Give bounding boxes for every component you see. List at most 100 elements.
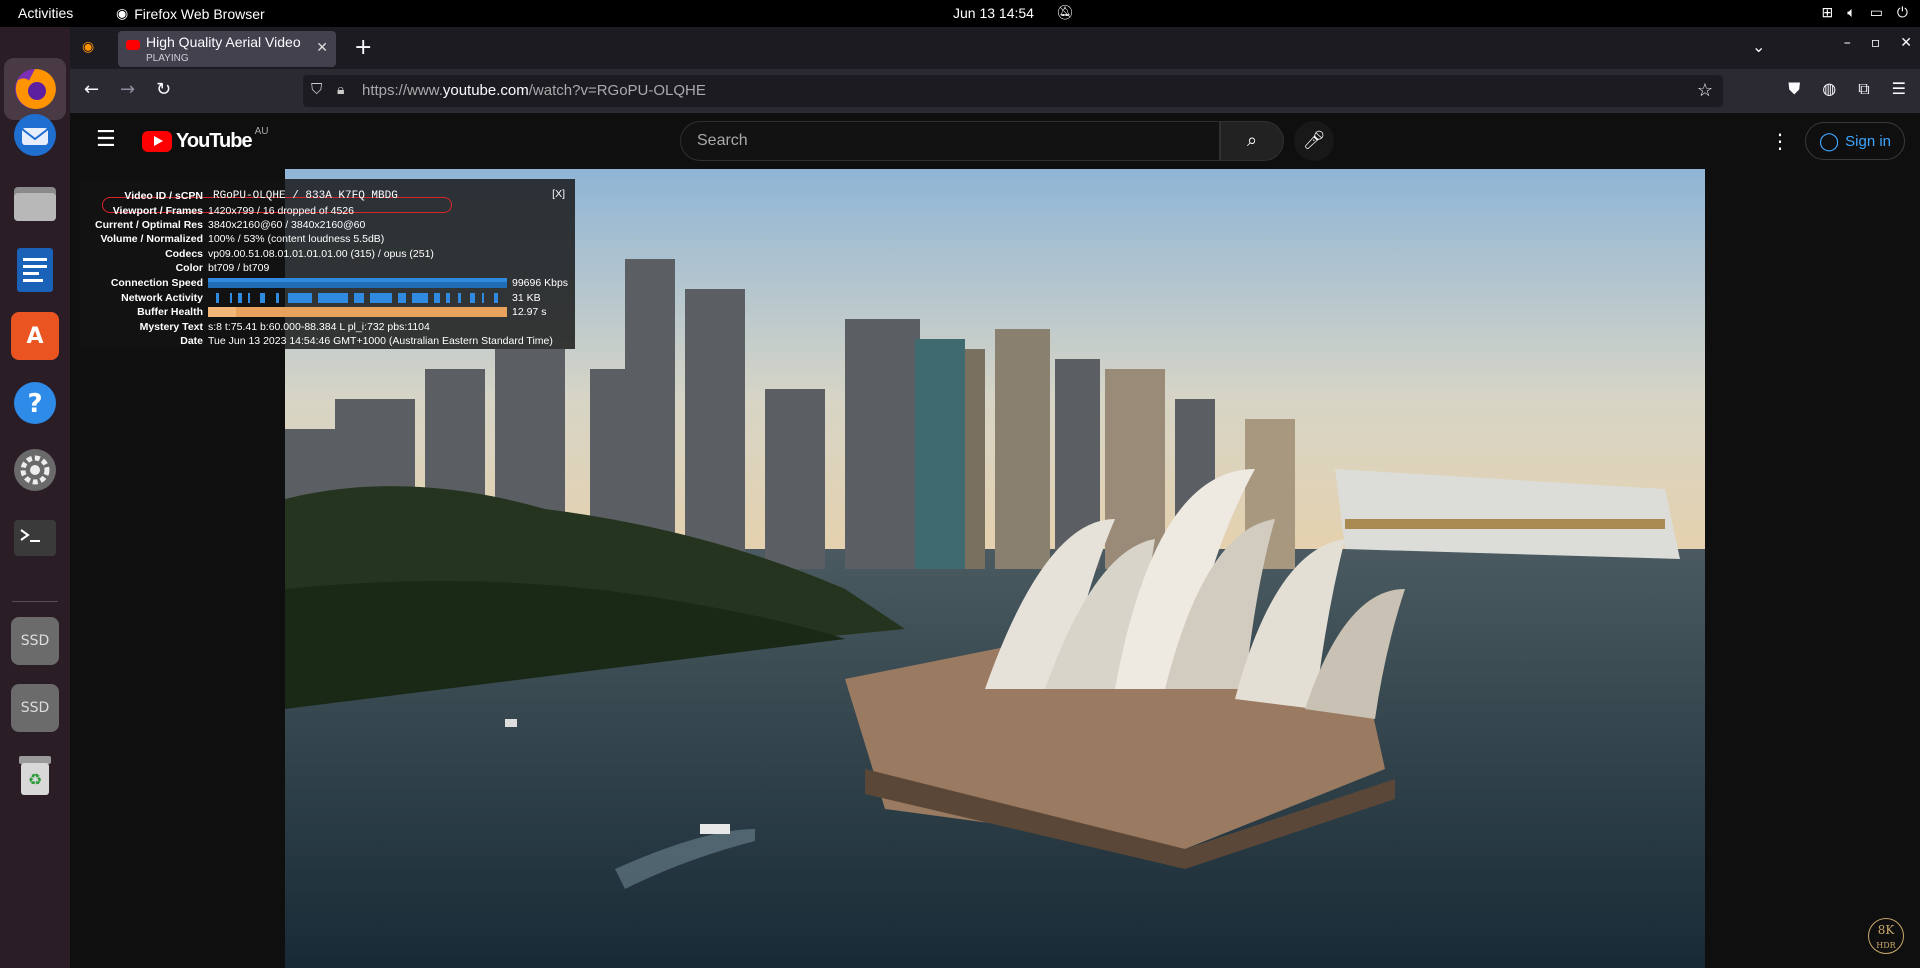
region-code: AU	[254, 126, 269, 137]
tab-youtube[interactable]: High Quality Aerial Video PLAYING ✕	[118, 31, 336, 67]
url-prefix: https://www.	[362, 82, 443, 99]
pocket-icon[interactable]: ⛊	[1788, 79, 1800, 99]
new-tab-button[interactable]: +	[354, 35, 372, 60]
stats-label: Buffer Health	[137, 306, 203, 318]
app-menu[interactable]: ◉ Firefox Web Browser	[116, 5, 265, 22]
youtube-header: ☰ YouTube AU Search ⌕ 🎤︎ ⋮ ◯ Sign in	[70, 113, 1920, 169]
stats-row: Date Tue Jun 13 2023 14:54:46 GMT+1000 (…	[80, 335, 575, 349]
tab-strip: ◉ High Quality Aerial Video PLAYING ✕ + …	[70, 27, 1920, 69]
dock-files[interactable]	[11, 179, 59, 227]
firefox-view-icon[interactable]: ◉	[82, 39, 94, 55]
svg-text:♻: ♻	[28, 770, 42, 789]
toolbar-right: ⛊ ◍ ⧉ ☰	[1788, 79, 1906, 99]
dock-help[interactable]: ?	[11, 379, 59, 427]
volume-icon: 🔈︎	[1847, 4, 1856, 20]
dock-drive-1[interactable]: SSD	[11, 617, 59, 665]
writer-icon	[17, 248, 53, 292]
stats-for-nerds-panel: [X] Video ID / sCPN RGoPU-OLQHE / 833A K…	[80, 179, 575, 349]
connection-speed-graph	[208, 278, 507, 288]
search-button[interactable]: ⌕	[1220, 121, 1284, 161]
sign-in-button[interactable]: ◯ Sign in	[1805, 122, 1905, 160]
tab-close-icon[interactable]: ✕	[316, 39, 328, 56]
dock-drive-2[interactable]: SSD	[11, 684, 59, 732]
thunderbird-icon	[14, 114, 56, 156]
reload-button[interactable]: ↻	[156, 79, 171, 100]
stats-label: Mystery Text	[139, 321, 203, 333]
stats-row: Mystery Text s:8 t:75.41 b:60.000-88.384…	[80, 321, 575, 335]
sign-in-label: Sign in	[1845, 132, 1892, 150]
stats-label: Date	[180, 335, 203, 347]
window-controls: – ▫ ✕	[1844, 35, 1912, 51]
dock-trash[interactable]: ♻	[11, 751, 59, 799]
stats-label: Connection Speed	[110, 277, 203, 289]
back-button[interactable]: ←	[84, 79, 99, 100]
tab-title: High Quality Aerial Video	[146, 34, 301, 50]
settings-icon	[14, 449, 56, 491]
dock: A ? SSD SSD ♻	[0, 27, 70, 968]
logo-text: YouTube	[176, 130, 253, 152]
dock-terminal[interactable]	[11, 514, 59, 562]
lock-icon[interactable]: 🔒︎	[337, 81, 344, 98]
network-icon: ⊞	[1821, 4, 1834, 20]
stats-row: Connection Speed 99696 Kbps	[80, 277, 575, 291]
stats-value: s:8 t:75.41 b:60.000-88.384 L pl_i:732 p…	[208, 321, 430, 333]
ssd-drive-icon: SSD	[20, 700, 50, 716]
power-icon: ⏻	[1896, 4, 1908, 20]
dock-settings[interactable]	[11, 446, 59, 494]
stats-value: bt709 / bt709	[208, 262, 270, 274]
stats-label: Network Activity	[121, 292, 203, 304]
list-tabs-icon[interactable]: ⌄	[1752, 37, 1765, 56]
stats-value: vp09.00.51.08.01.01.01.01.00 (315) / opu…	[208, 248, 434, 260]
stats-row: Volume / Normalized 100% / 53% (content …	[80, 233, 575, 247]
bookmark-star-icon[interactable]: ☆	[1697, 80, 1713, 101]
url-text[interactable]: https://www.youtube.com/watch?v=RGoPU-OL…	[362, 82, 706, 99]
stats-value: RGoPU-OLQHE / 833A K7FQ MBDG	[213, 190, 398, 202]
stats-label: Viewport / Frames	[112, 205, 203, 217]
dock-writer[interactable]	[11, 246, 59, 294]
activities-button[interactable]: Activities	[18, 5, 73, 21]
stats-label: Codecs	[165, 248, 203, 260]
stats-row: Viewport / Frames 1420x799 / 16 dropped …	[80, 205, 575, 219]
stats-value: 100% / 53% (content loudness 5.5dB)	[208, 233, 385, 245]
firefox-icon	[15, 68, 56, 109]
account-icon[interactable]: ◍	[1822, 79, 1836, 99]
8k-hdr-badge: 8K HDR	[1868, 918, 1904, 954]
stats-row: Current / Optimal Res 3840x2160@60 / 384…	[80, 219, 575, 233]
notifications-muted-icon: 🔕︎	[1056, 4, 1074, 20]
menu-icon[interactable]: ☰	[1892, 79, 1906, 99]
buffer-health-graph	[208, 307, 507, 317]
clock[interactable]: Jun 13 14:54	[953, 5, 1034, 21]
system-tray[interactable]: ⊞ 🔈︎ ▭ ⏻	[1822, 4, 1908, 21]
minimize-button[interactable]: –	[1844, 35, 1851, 51]
top-bar: Activities ◉ Firefox Web Browser Jun 13 …	[0, 0, 1920, 27]
youtube-logo[interactable]: YouTube AU	[142, 126, 268, 153]
extensions-icon[interactable]: ⧉	[1858, 79, 1869, 99]
stats-label: Video ID / sCPN	[124, 190, 203, 202]
search-input[interactable]: Search	[680, 121, 1220, 161]
forward-button[interactable]: →	[120, 79, 135, 100]
terminal-icon	[14, 520, 56, 556]
settings-more-icon[interactable]: ⋮	[1770, 129, 1790, 153]
help-icon: ?	[14, 382, 56, 424]
dock-thunderbird[interactable]	[11, 111, 59, 159]
files-icon	[14, 187, 56, 221]
close-window-button[interactable]: ✕	[1900, 35, 1912, 51]
dock-separator	[12, 601, 58, 602]
app-name-label: Firefox Web Browser	[134, 5, 265, 22]
dock-software[interactable]: A	[11, 312, 59, 360]
stats-row: Codecs vp09.00.51.08.01.01.01.01.00 (315…	[80, 248, 575, 262]
youtube-favicon	[126, 40, 140, 50]
battery-icon: ▭	[1869, 4, 1883, 20]
voice-search-button[interactable]: 🎤︎	[1294, 121, 1334, 161]
youtube-play-icon	[142, 131, 172, 152]
stats-label: Color	[175, 262, 203, 274]
badge-8k-text: 8K	[1877, 923, 1895, 937]
maximize-button[interactable]: ▫	[1871, 35, 1881, 51]
stats-value: 31 KB	[512, 292, 541, 304]
stats-value: 12.97 s	[512, 306, 547, 318]
url-bar[interactable]: ⛉ 🔒︎ https://www.youtube.com/watch?v=RGo…	[303, 75, 1723, 107]
tab-playing-label: PLAYING	[146, 53, 189, 64]
tracking-protection-icon[interactable]: ⛉	[311, 81, 322, 98]
guide-menu-icon[interactable]: ☰	[96, 127, 116, 152]
stats-label: Volume / Normalized	[100, 233, 204, 245]
